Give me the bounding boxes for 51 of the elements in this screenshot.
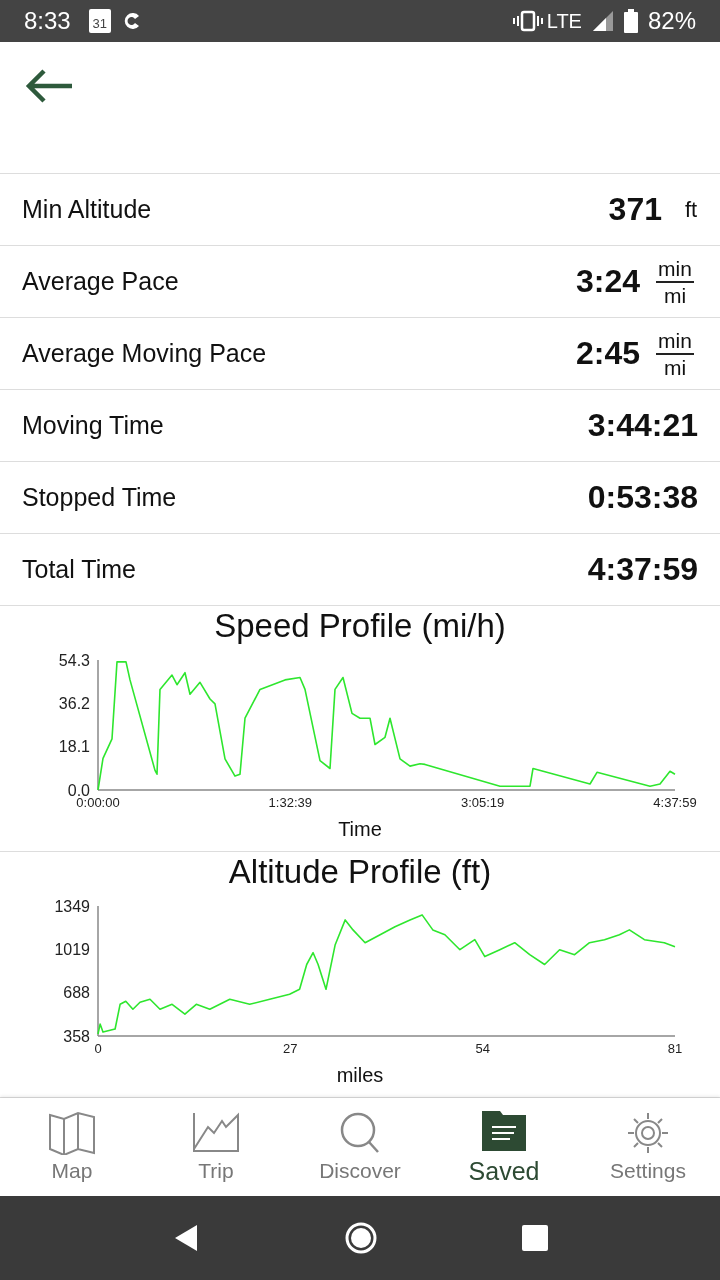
- y-tick-label: 18.1: [58, 738, 90, 756]
- nav-tab[interactable]: Discover: [300, 1111, 420, 1183]
- x-tick-label: 27: [283, 1041, 298, 1056]
- home-icon[interactable]: [344, 1221, 378, 1255]
- stat-label: Total Time: [22, 555, 136, 584]
- calendar-icon: 31: [88, 9, 111, 33]
- stat-value: 3:44:21: [587, 407, 698, 444]
- line-chart-icon: [192, 1111, 240, 1155]
- nav-tab[interactable]: Saved: [444, 1108, 564, 1186]
- vibrate-icon: [512, 10, 543, 32]
- stat-value: 2:45: [575, 335, 640, 372]
- x-tick-label: 3:05:19: [460, 795, 505, 810]
- y-tick-label: 1349: [54, 897, 90, 915]
- network-type: LTE: [546, 9, 582, 33]
- y-tick-label: 1019: [54, 940, 90, 958]
- stat-label: Min Altitude: [22, 195, 152, 224]
- y-tick-label: 358: [63, 1027, 90, 1045]
- chart-title: Speed Profile (mi/h): [214, 606, 506, 646]
- stat-label: Moving Time: [22, 411, 164, 440]
- chart-title: Altitude Profile (ft): [228, 852, 492, 892]
- x-tick-label: 0: [94, 1041, 102, 1056]
- nav-tab[interactable]: Trip: [156, 1111, 276, 1183]
- stat-unit: min mi: [655, 255, 695, 308]
- y-tick-label: 688: [63, 984, 90, 1002]
- x-tick-label: 4:37:59: [653, 795, 697, 810]
- x-tick-label: 1:32:39: [268, 795, 312, 810]
- stat-label: Stopped Time: [22, 483, 177, 512]
- recents-icon[interactable]: [520, 1224, 549, 1252]
- stat-unit: min mi: [655, 327, 695, 380]
- y-tick-label: 54.3: [58, 651, 90, 669]
- clock: 8:33: [24, 7, 71, 35]
- y-tick-label: 36.2: [58, 694, 90, 712]
- back-arrow-icon[interactable]: [24, 68, 74, 104]
- signal-icon: [591, 10, 614, 32]
- stat-value: 3:24: [575, 263, 640, 300]
- stat-label: Average Pace: [22, 267, 179, 296]
- stat-unit: ft: [683, 196, 699, 223]
- stat-label: Average Moving Pace: [22, 339, 267, 368]
- stat-value: 0:53:38: [587, 479, 698, 516]
- map-icon: [48, 1111, 96, 1155]
- x-tick-label: 54: [475, 1041, 490, 1056]
- x-axis-label: miles: [336, 1063, 384, 1088]
- battery-percentage: 82%: [647, 7, 696, 35]
- x-tick-label: 81: [667, 1041, 683, 1056]
- battery-icon: [623, 9, 638, 33]
- x-axis-label: Time: [338, 817, 382, 842]
- folder-icon: [480, 1108, 528, 1153]
- nav-tab[interactable]: Settings: [588, 1111, 708, 1183]
- stat-value: 371: [608, 191, 662, 228]
- stat-value: 4:37:59: [587, 551, 698, 588]
- nav-tab[interactable]: Map: [12, 1111, 132, 1183]
